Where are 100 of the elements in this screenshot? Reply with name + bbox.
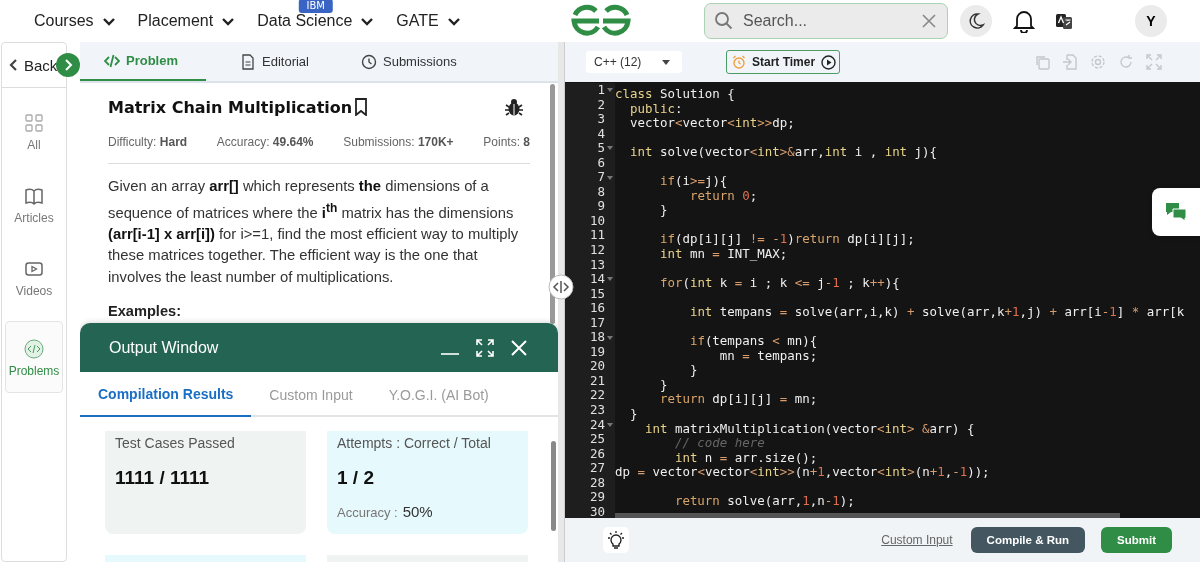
sidebar-item[interactable]: Videos xyxy=(5,248,63,307)
badge: IBM xyxy=(298,0,333,13)
line-number: 3 xyxy=(597,112,605,127)
nav-menu[interactable]: Data Science xyxy=(257,12,375,30)
tab[interactable]: Editorial xyxy=(216,42,327,81)
code-line: } xyxy=(628,407,638,422)
code-line: for(int k = i ; k <= j-1 ; k++){ xyxy=(658,276,900,291)
chevron-down-icon xyxy=(221,15,236,27)
document-icon xyxy=(240,53,256,70)
line-number: 25 xyxy=(589,432,605,447)
code-line: return dp[i][j] = mn; xyxy=(658,392,818,408)
line-number: 18 xyxy=(589,330,605,345)
chat-icon xyxy=(1165,202,1187,222)
search-field[interactable]: Search... xyxy=(704,3,948,39)
line-number: 9 xyxy=(597,199,605,214)
line-number: 26 xyxy=(589,446,605,462)
code-line: mn = tempans; xyxy=(719,348,818,364)
compile-run-button[interactable]: Compile & Run xyxy=(970,527,1085,553)
code-line: int n = arr.size(); xyxy=(673,450,818,466)
custom-input-link[interactable]: Custom Input xyxy=(881,533,953,547)
caret-icon xyxy=(662,59,670,65)
problem-stat: Difficulty: Hard xyxy=(108,135,188,149)
sidebar-item[interactable]: Articles xyxy=(5,175,63,234)
bell-icon[interactable] xyxy=(1013,9,1035,33)
code-line: if(tempans < mn){ xyxy=(688,334,818,349)
line-number: 16 xyxy=(589,301,605,316)
chevron-down-icon xyxy=(101,15,116,27)
play-icon xyxy=(24,259,44,279)
line-number: 2 xyxy=(597,97,605,113)
nav-menu[interactable]: Placement xyxy=(137,12,236,30)
line-number: 28 xyxy=(589,475,605,491)
nav-menu[interactable]: Courses xyxy=(34,12,116,30)
hint-button[interactable] xyxy=(603,527,629,553)
code-line: if(i>=j){ xyxy=(658,174,728,189)
sidebar-item[interactable]: All xyxy=(5,102,63,161)
line-number: 30 xyxy=(589,504,605,518)
card-value: 1111 / 1111 xyxy=(115,467,211,489)
tab[interactable]: Problem xyxy=(80,42,206,81)
back-button[interactable]: Back xyxy=(2,50,58,80)
chevron-down-icon xyxy=(446,15,461,27)
line-number: 7 xyxy=(597,170,605,185)
code-line: int solve(vector<int>&arr,int i , int j){ xyxy=(629,145,938,160)
line-number: 14 xyxy=(589,272,605,287)
bookmark-icon[interactable] xyxy=(354,98,369,116)
code-line: // code here xyxy=(673,436,765,451)
fold-caret-icon[interactable] xyxy=(607,277,613,282)
section-heading: Examples: xyxy=(108,303,182,320)
chevron-down-icon xyxy=(360,15,375,27)
line-number: 5 xyxy=(597,141,605,156)
line-number: 27 xyxy=(589,461,605,476)
start-timer-button[interactable]: Start Timer xyxy=(726,50,841,74)
card-label: Test Cases Passed xyxy=(115,435,236,451)
problem-title: Matrix Chain Multiplication xyxy=(108,97,353,117)
theme-toggle-button[interactable] xyxy=(960,5,992,37)
tab[interactable]: Compilation Results xyxy=(80,372,252,417)
sidebar-item[interactable]: Problems xyxy=(5,321,63,393)
fold-caret-icon[interactable] xyxy=(607,146,613,151)
translate-icon[interactable] xyxy=(1055,12,1073,30)
play-circle-icon xyxy=(821,54,837,70)
lightbulb-icon xyxy=(606,530,626,550)
fold-caret-icon[interactable] xyxy=(607,335,613,340)
line-number: 29 xyxy=(589,490,605,505)
code-line: } xyxy=(688,363,698,378)
code-editor[interactable] xyxy=(565,82,1200,518)
line-number: 20 xyxy=(589,359,605,374)
line-number: 15 xyxy=(589,286,605,302)
line-number: 24 xyxy=(589,417,605,433)
accuracy-label: Accuracy : xyxy=(337,505,398,520)
chat-button[interactable] xyxy=(1152,188,1200,236)
problem-stat: Accuracy: 49.64% xyxy=(216,135,314,149)
line-number: 10 xyxy=(589,213,605,229)
line-number: 17 xyxy=(589,315,605,331)
submit-button[interactable]: Submit xyxy=(1101,527,1172,553)
fold-caret-icon[interactable] xyxy=(607,88,613,93)
accuracy-value: 50% xyxy=(402,503,433,520)
moon-icon xyxy=(967,12,985,30)
logo-icon xyxy=(570,4,632,38)
nav-menu[interactable]: GATE xyxy=(396,12,461,30)
line-number: 13 xyxy=(589,257,605,273)
code-line: } xyxy=(658,377,668,393)
problem-description: Given an array arr[] which represents the dimensions of a sequence of matrices where the i$^{th}$ matrix has the dimensions (arr[i-1] x arr[i]) for i>=1, find the most efficient way to multiply these matrices together. The efficient way is the one that involves the least number of multiplications. xyxy=(108,177,520,287)
fold-caret-icon[interactable] xyxy=(607,175,613,180)
expand-icon[interactable] xyxy=(476,338,494,357)
chevron-left-icon xyxy=(8,58,18,72)
close-icon[interactable] xyxy=(921,13,937,29)
bug-icon[interactable] xyxy=(504,97,524,117)
line-number: 12 xyxy=(589,243,605,258)
code-line: dp = vector<vector<int>>(n+1,vector<int>(n+1,-1)); xyxy=(615,465,990,480)
code-line: int matrixMultiplication(vector<int> &arr) { xyxy=(643,421,975,437)
fold-caret-icon[interactable] xyxy=(607,422,613,427)
problem-stat: Points: 8 xyxy=(483,135,530,149)
tab[interactable]: Submissions xyxy=(337,42,475,81)
line-number: 22 xyxy=(589,388,605,404)
card-value: 1 / 2 xyxy=(337,467,375,489)
language-select[interactable]: C++ (12) xyxy=(586,51,682,73)
card-label: Attempts : Correct / Total xyxy=(337,435,492,451)
line-number: 23 xyxy=(589,403,605,418)
clock-icon xyxy=(361,53,377,70)
user-avatar[interactable]: Y xyxy=(1135,5,1167,37)
problem-stat: Submissions: 170K+ xyxy=(343,135,454,149)
